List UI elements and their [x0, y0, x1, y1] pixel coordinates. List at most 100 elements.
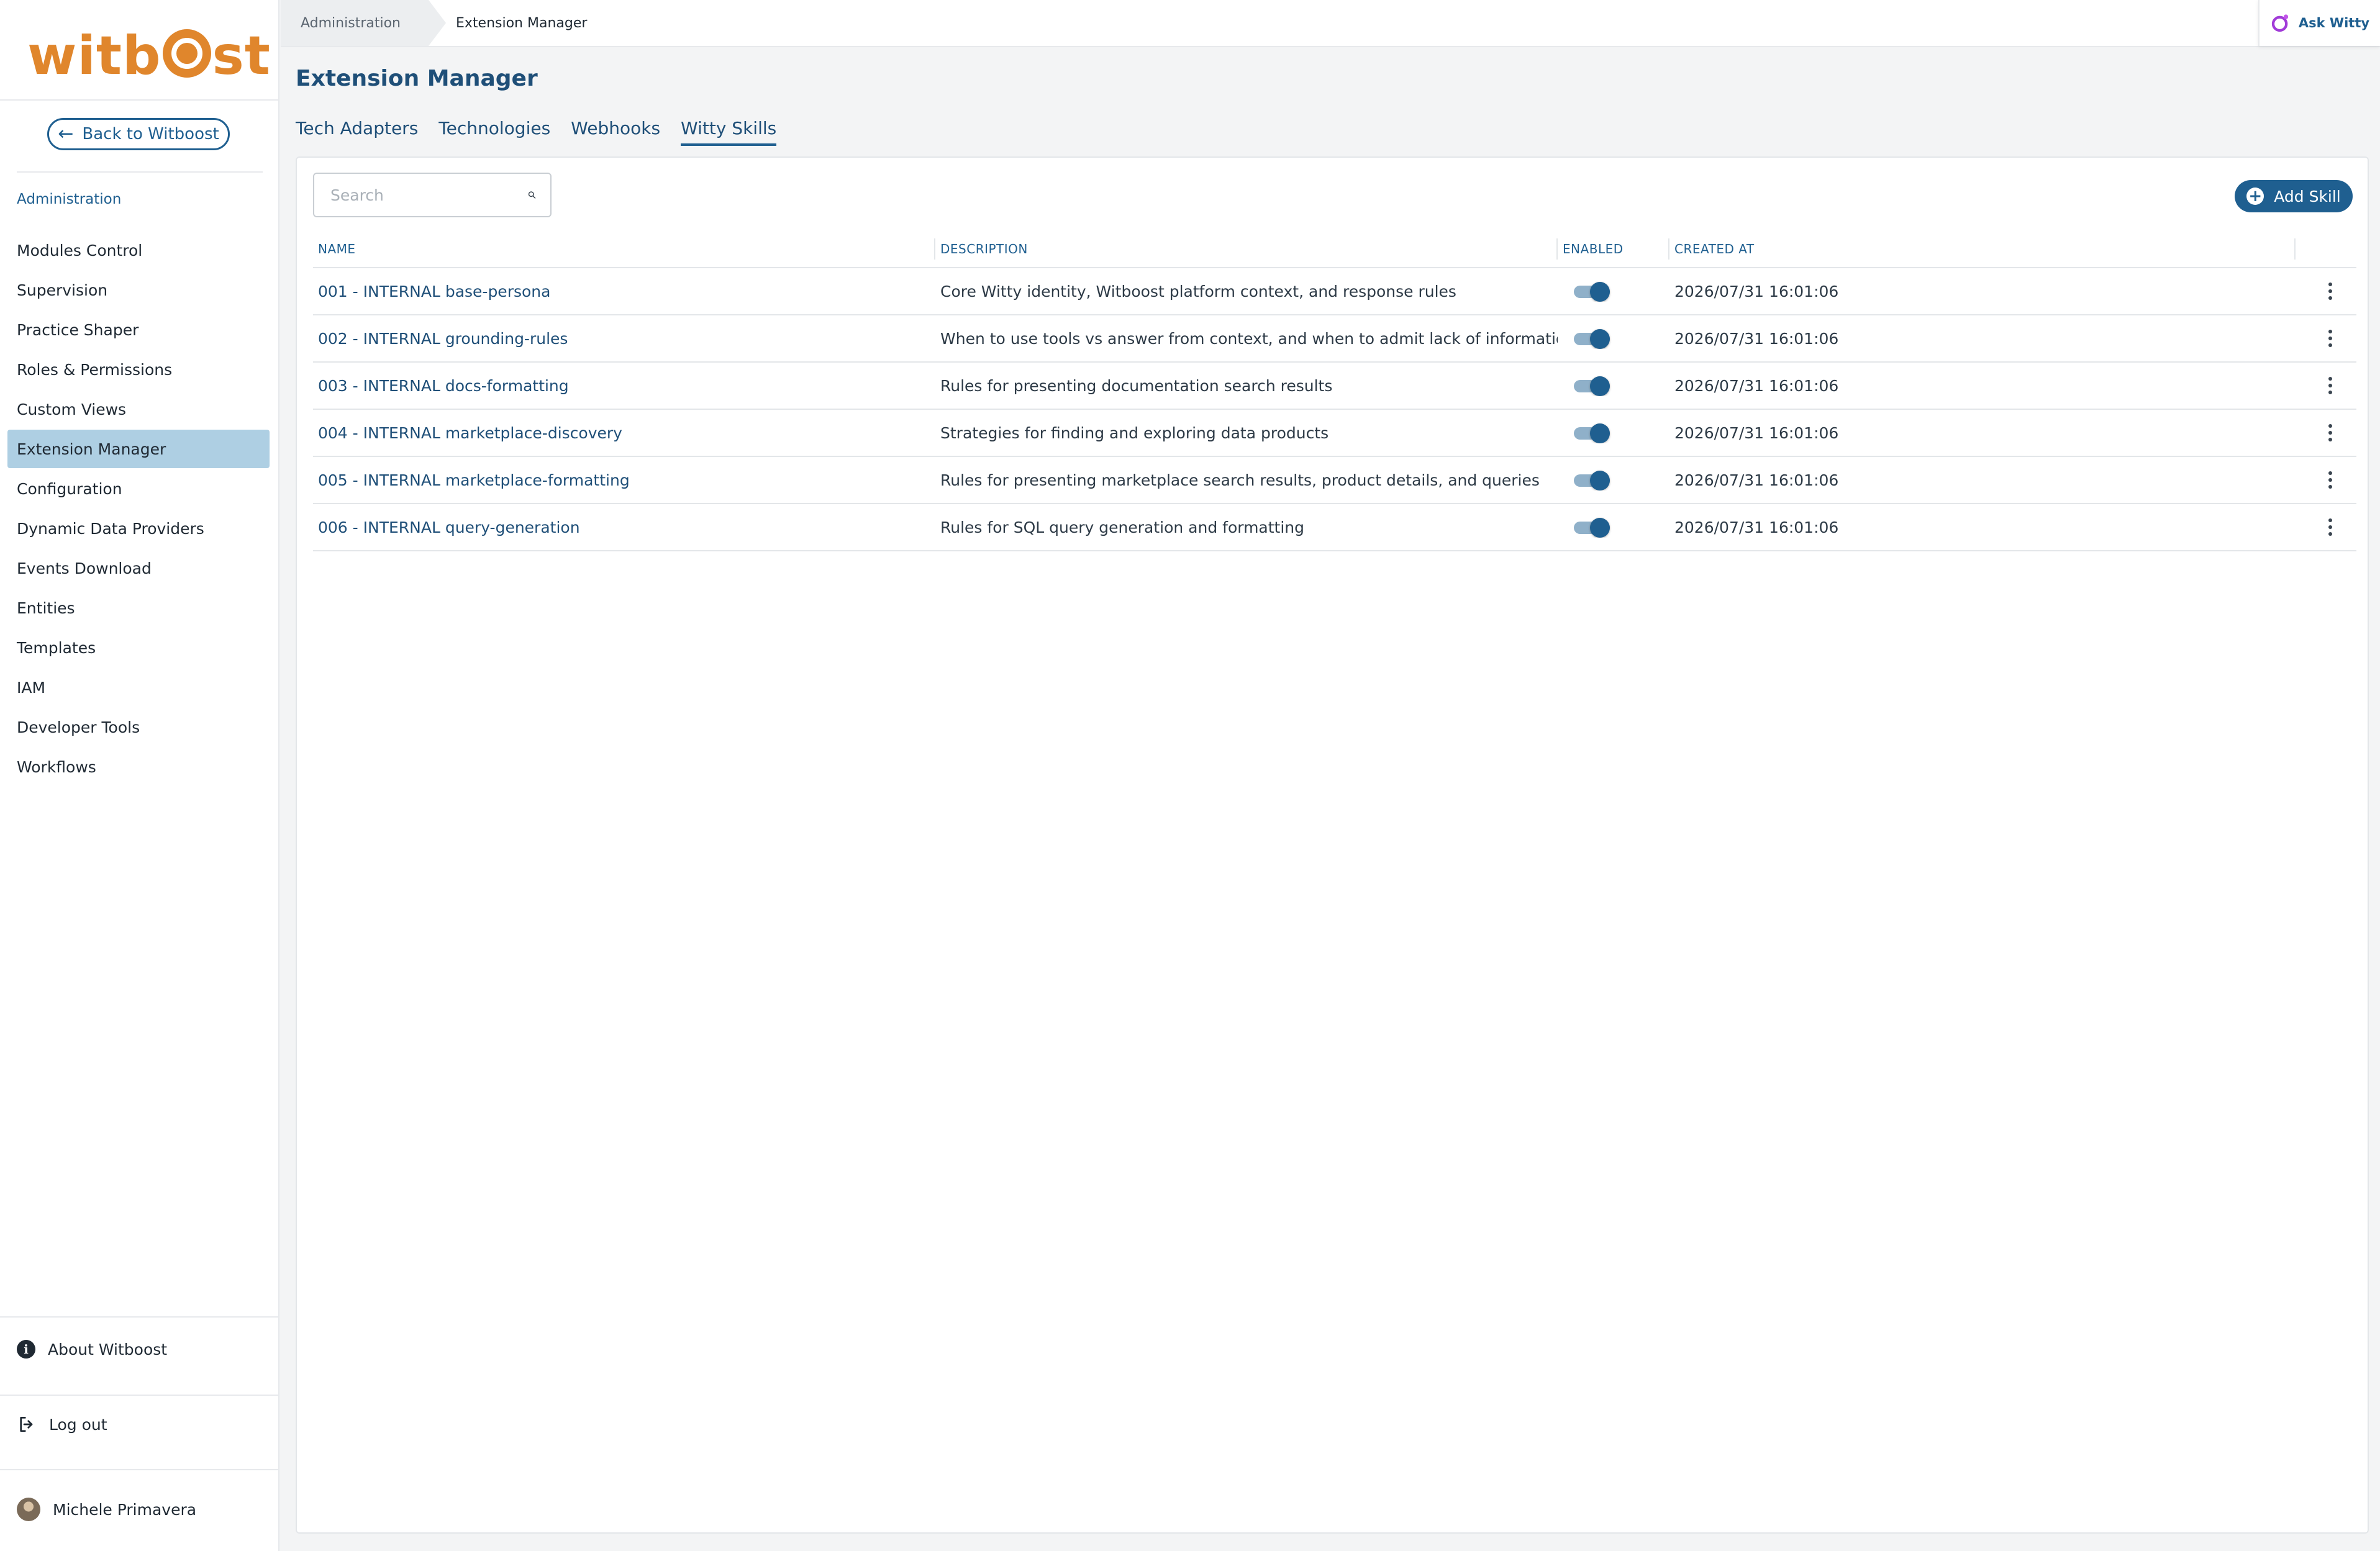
skills-table: NAME DESCRIPTION ENABLED CREATED AT 001 … — [313, 231, 2356, 551]
sidebar-nav: Modules Control Supervision Practice Shape… — [7, 231, 270, 787]
tab-technologies[interactable]: Technologies — [438, 118, 550, 146]
search-input[interactable] — [330, 186, 527, 204]
actions-cell — [2296, 326, 2356, 351]
enabled-toggle[interactable] — [1574, 328, 1610, 349]
enabled-cell — [1558, 422, 1669, 443]
table-row[interactable]: 001 - INTERNAL base-persona Core Witty id… — [313, 268, 2356, 315]
logout-icon — [20, 1417, 33, 1432]
actions-cell — [2296, 279, 2356, 304]
sidebar-item-configuration[interactable]: Configuration — [7, 469, 270, 508]
more-vert-icon[interactable] — [2318, 279, 2343, 304]
breadcrumb-current: Extension Manager — [456, 15, 588, 31]
sidebar-item-practice-shaper[interactable]: Practice Shaper — [7, 310, 270, 349]
back-to-witboost-button[interactable]: ← Back to Witboost — [47, 118, 230, 150]
breadcrumb-administration[interactable]: Administration — [281, 0, 446, 46]
enabled-cell — [1558, 375, 1669, 396]
skill-name-cell[interactable]: 001 - INTERNAL base-persona — [313, 283, 935, 301]
more-vert-icon[interactable] — [2318, 373, 2343, 398]
column-header-description[interactable]: DESCRIPTION — [935, 238, 1558, 260]
enabled-cell — [1558, 281, 1669, 302]
logo-text-left: witb — [27, 25, 161, 87]
table-row[interactable]: 005 - INTERNAL marketplace-formatting Rul… — [313, 457, 2356, 504]
sidebar-item-extension-manager[interactable]: Extension Manager — [7, 430, 270, 468]
column-header-enabled[interactable]: ENABLED — [1558, 238, 1669, 260]
tab-witty-skills[interactable]: Witty Skills — [681, 118, 777, 146]
skill-name-cell[interactable]: 003 - INTERNAL docs-formatting — [313, 377, 935, 395]
table-row[interactable]: 002 - INTERNAL grounding-rules When to us… — [313, 315, 2356, 363]
skill-name[interactable]: 003 - INTERNAL docs-formatting — [318, 377, 569, 395]
tab-bar: Tech Adapters Technologies Webhooks Witty S… — [296, 118, 797, 146]
skill-description: Core Witty identity, Witboost platform c… — [940, 282, 1456, 301]
skill-name-cell[interactable]: 002 - INTERNAL grounding-rules — [313, 330, 935, 348]
skill-name[interactable]: 004 - INTERNAL marketplace-discovery — [318, 424, 622, 442]
sidebar-item-developer-tools[interactable]: Developer Tools — [7, 708, 270, 746]
skill-name[interactable]: 005 - INTERNAL marketplace-formatting — [318, 471, 630, 489]
actions-cell — [2296, 515, 2356, 540]
sidebar-item-events-download[interactable]: Events Download — [7, 549, 270, 587]
page-title: Extension Manager — [296, 66, 538, 91]
sidebar-item-workflows[interactable]: Workflows — [7, 748, 270, 786]
sidebar-divider — [17, 171, 263, 173]
sidebar-item-templates[interactable]: Templates — [7, 628, 270, 667]
sidebar: witb st ← Back to Witboost Administration… — [0, 0, 279, 1551]
skill-name[interactable]: 002 - INTERNAL grounding-rules — [318, 330, 568, 348]
created-at: 2026/07/31 16:01:06 — [1674, 376, 1839, 395]
search-icon[interactable] — [527, 185, 537, 205]
avatar — [17, 1498, 40, 1521]
more-vert-icon[interactable] — [2318, 326, 2343, 351]
sidebar-item-dynamic-data-providers[interactable]: Dynamic Data Providers — [7, 509, 270, 548]
add-skill-button[interactable]: + Add Skill — [2235, 180, 2353, 212]
user-profile[interactable]: Michele Primavera — [17, 1498, 196, 1521]
skill-description: Rules for presenting documentation searc… — [940, 376, 1333, 395]
user-name: Michele Primavera — [53, 1500, 197, 1519]
table-row[interactable]: 004 - INTERNAL marketplace-discovery Stra… — [313, 410, 2356, 457]
sidebar-item-iam[interactable]: IAM — [7, 668, 270, 707]
logout-label: Log out — [49, 1415, 107, 1434]
tab-tech-adapters[interactable]: Tech Adapters — [296, 118, 418, 146]
top-bar: Administration Extension Manager Ask Wit… — [281, 0, 2380, 47]
about-witboost-link[interactable]: i About Witboost — [17, 1340, 167, 1359]
search-box[interactable] — [313, 173, 552, 217]
skills-card: + Add Skill NAME DESCRIPTION ENABLED CRE… — [296, 156, 2369, 1534]
enabled-toggle[interactable] — [1574, 375, 1610, 396]
more-vert-icon[interactable] — [2318, 515, 2343, 540]
enabled-toggle[interactable] — [1574, 422, 1610, 443]
sidebar-item-modules-control[interactable]: Modules Control — [7, 231, 270, 269]
sidebar-item-supervision[interactable]: Supervision — [7, 271, 270, 309]
skill-name[interactable]: 006 - INTERNAL query-generation — [318, 518, 580, 536]
enabled-cell — [1558, 328, 1669, 349]
created-at: 2026/07/31 16:01:06 — [1674, 282, 1839, 301]
witboost-logo[interactable]: witb st — [27, 19, 271, 93]
created-at: 2026/07/31 16:01:06 — [1674, 471, 1839, 489]
enabled-toggle[interactable] — [1574, 517, 1610, 538]
sidebar-item-roles-permissions[interactable]: Roles & Permissions — [7, 350, 270, 389]
column-header-name[interactable]: NAME — [313, 238, 935, 260]
skill-name[interactable]: 001 - INTERNAL base-persona — [318, 283, 550, 301]
enabled-toggle[interactable] — [1574, 281, 1610, 302]
skill-description: Strategies for finding and exploring dat… — [940, 423, 1329, 442]
tab-webhooks[interactable]: Webhooks — [571, 118, 660, 146]
skill-name-cell[interactable]: 006 - INTERNAL query-generation — [313, 518, 935, 536]
column-header-created-at[interactable]: CREATED AT — [1669, 238, 2296, 260]
add-skill-label: Add Skill — [2274, 187, 2341, 206]
sidebar-divider — [0, 99, 279, 101]
skill-description: Rules for presenting marketplace search … — [940, 471, 1540, 489]
plus-icon: + — [2246, 188, 2264, 205]
column-header-actions — [2296, 238, 2356, 260]
actions-cell — [2296, 373, 2356, 398]
ask-witty-button[interactable]: Ask Witty — [2258, 0, 2380, 46]
table-row[interactable]: 006 - INTERNAL query-generation Rules for… — [313, 504, 2356, 551]
logo-text-right: st — [212, 25, 271, 87]
more-vert-icon[interactable] — [2318, 468, 2343, 492]
skill-name-cell[interactable]: 004 - INTERNAL marketplace-discovery — [313, 424, 935, 442]
about-label: About Witboost — [48, 1340, 168, 1359]
sidebar-item-custom-views[interactable]: Custom Views — [7, 390, 270, 428]
logout-button[interactable]: Log out — [17, 1414, 107, 1434]
back-button-label: Back to Witboost — [82, 125, 219, 143]
sidebar-item-entities[interactable]: Entities — [7, 589, 270, 627]
table-row[interactable]: 003 - INTERNAL docs-formatting Rules for … — [313, 363, 2356, 410]
enabled-cell — [1558, 517, 1669, 538]
more-vert-icon[interactable] — [2318, 420, 2343, 445]
enabled-toggle[interactable] — [1574, 469, 1610, 491]
skill-name-cell[interactable]: 005 - INTERNAL marketplace-formatting — [313, 471, 935, 489]
